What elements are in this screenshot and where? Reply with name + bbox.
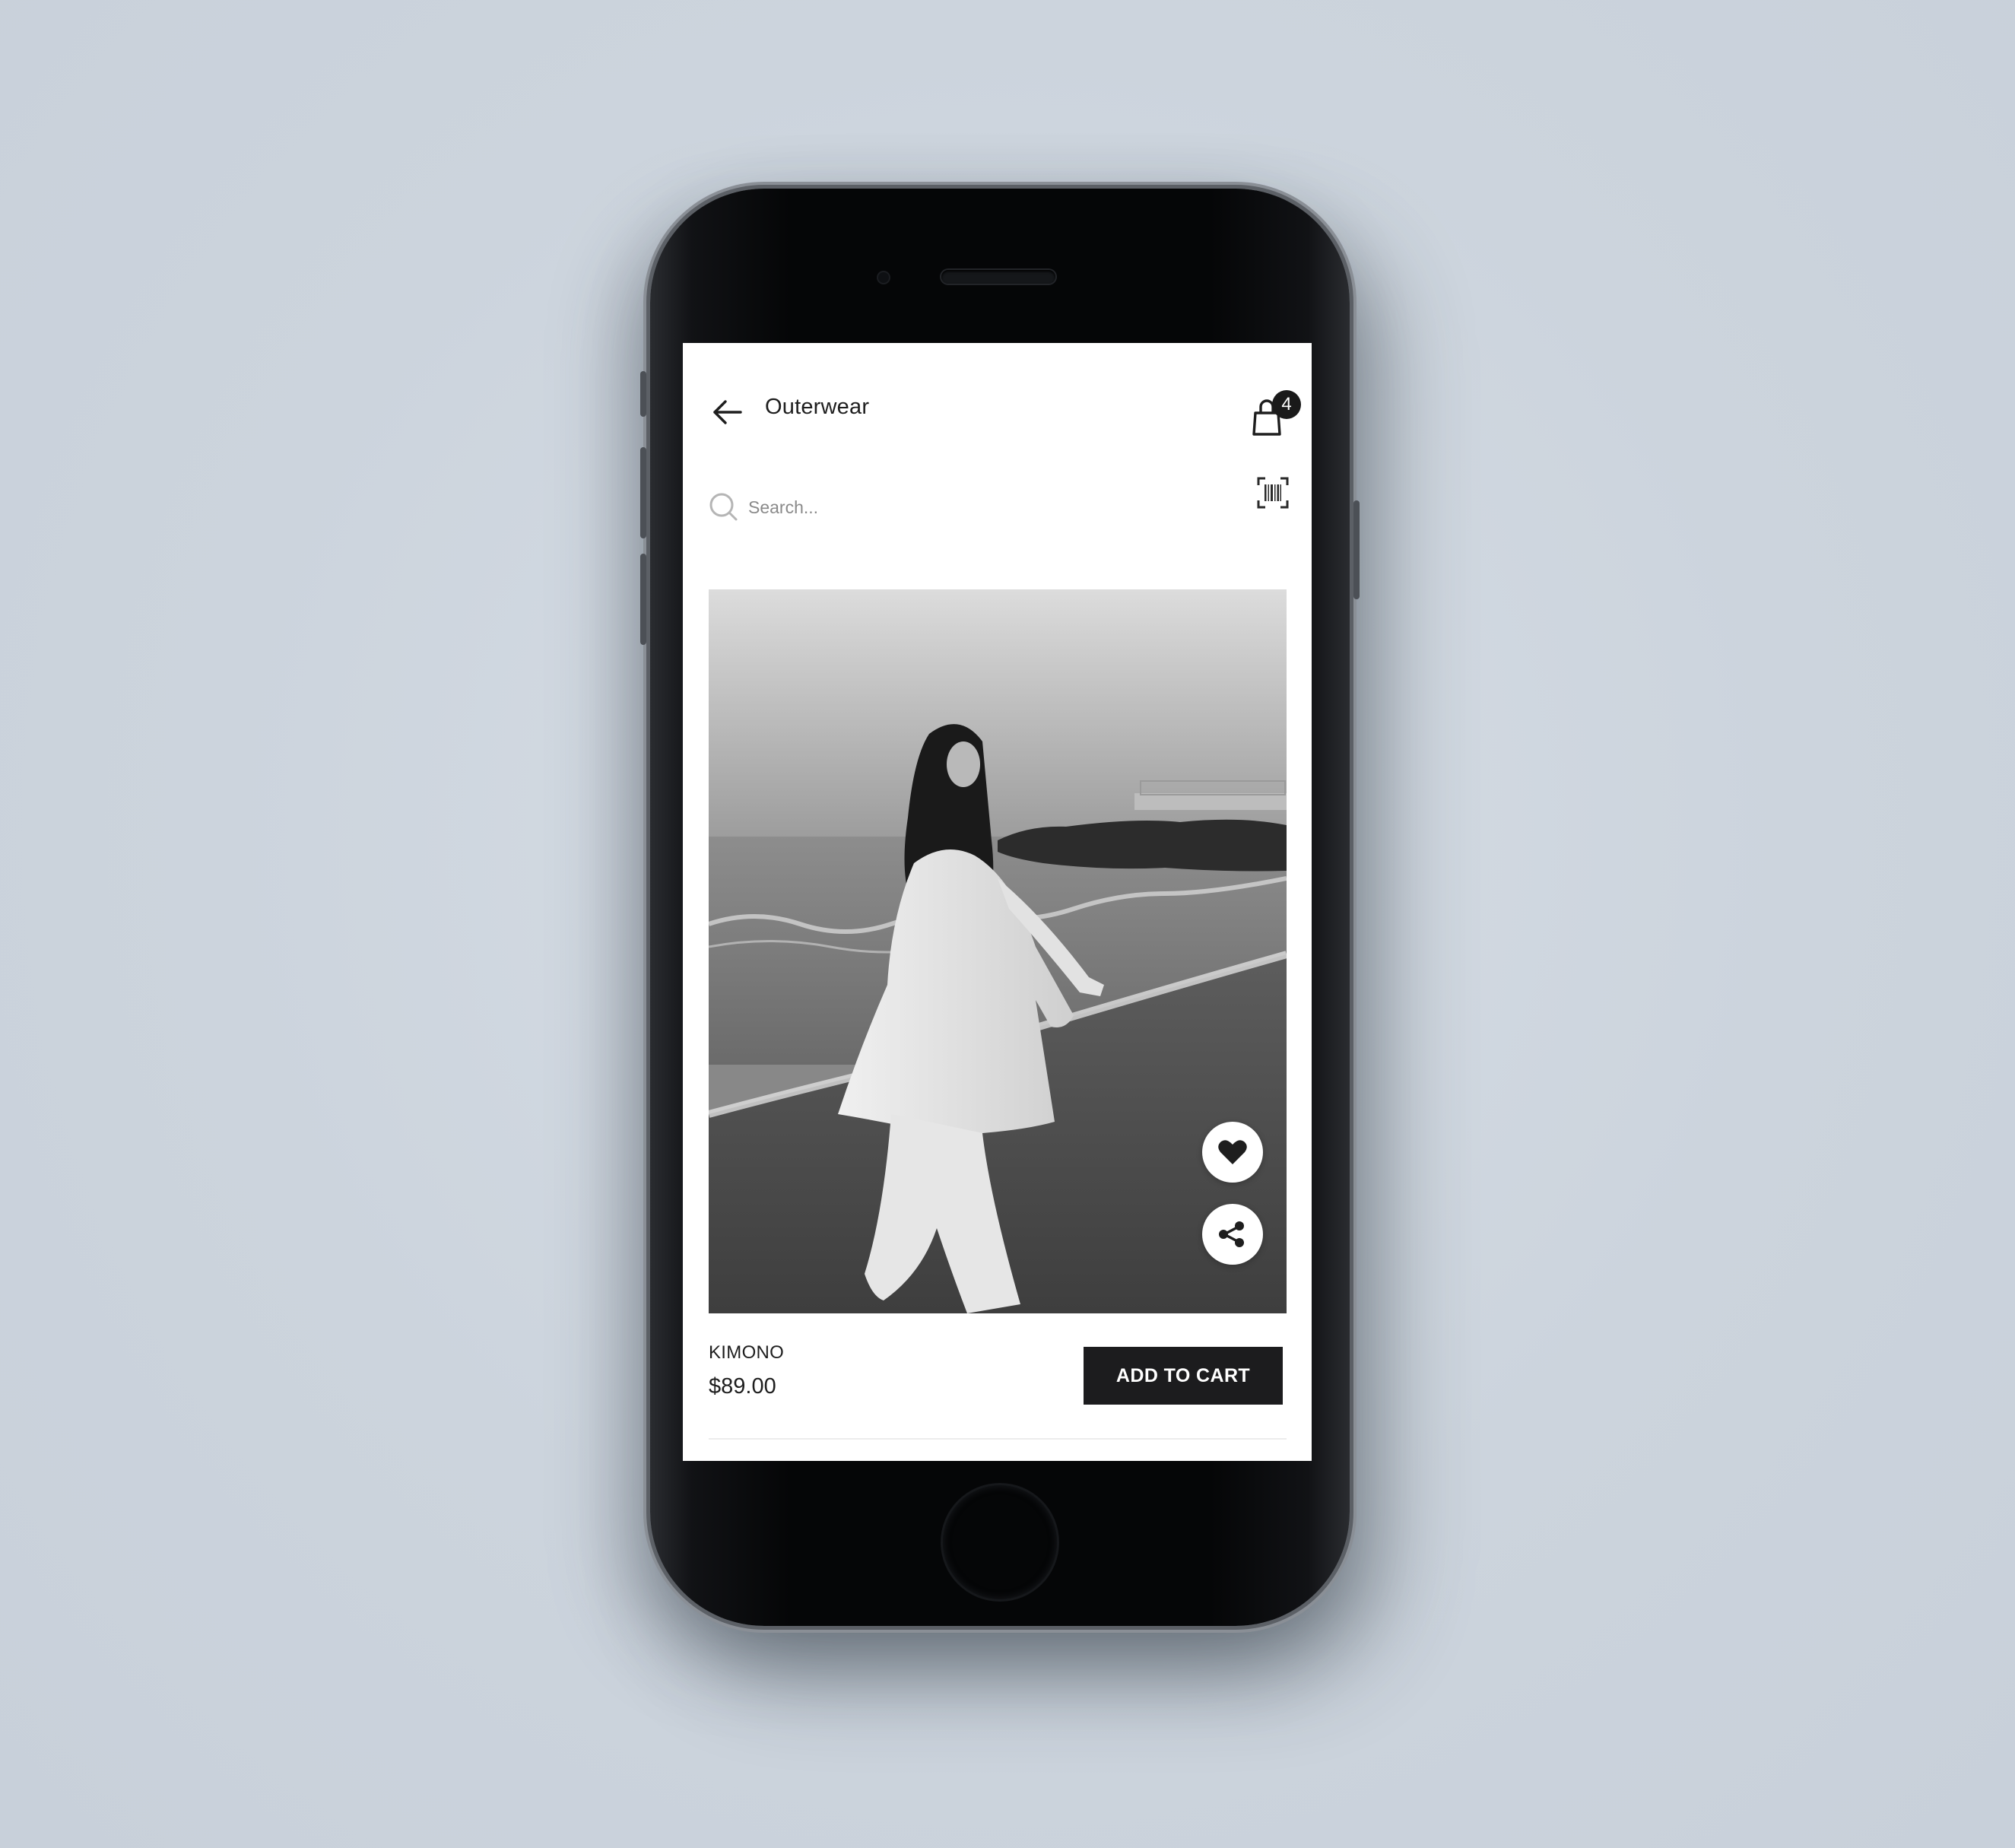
- share-icon: [1219, 1221, 1244, 1247]
- favorite-button[interactable]: [1202, 1122, 1263, 1183]
- phone-power-button: [1353, 500, 1360, 599]
- page-title: Outerwear: [765, 395, 870, 419]
- heart-icon: [1218, 1140, 1247, 1164]
- earpiece-speaker: [941, 270, 1055, 284]
- product-name: KIMONO: [709, 1342, 785, 1363]
- front-camera: [878, 272, 889, 283]
- app-screen: Outerwear 4 Search... KIMONO $89.00 ADD …: [683, 343, 1312, 1461]
- search-icon: [709, 493, 738, 521]
- barcode-scan-button[interactable]: [1257, 477, 1289, 509]
- product-price: $89.00: [709, 1374, 776, 1399]
- search-bar[interactable]: [709, 486, 1287, 532]
- cart-button[interactable]: 4: [1249, 390, 1301, 439]
- product-photo-illustration: [709, 589, 1287, 1313]
- share-button[interactable]: [1202, 1204, 1263, 1265]
- arrow-left-icon: [713, 400, 742, 424]
- phone-mute-switch: [640, 371, 646, 417]
- search-input[interactable]: [748, 494, 1204, 521]
- top-bar: Outerwear 4: [683, 343, 1312, 457]
- barcode-scan-icon: [1257, 477, 1289, 509]
- add-to-cart-button[interactable]: ADD TO CART: [1084, 1347, 1283, 1405]
- cart-count-badge: 4: [1272, 390, 1301, 419]
- product-photo[interactable]: [709, 589, 1287, 1313]
- phone-volume-down: [640, 554, 646, 645]
- phone-volume-up: [640, 447, 646, 538]
- divider: [709, 1438, 1287, 1440]
- home-button[interactable]: [943, 1485, 1057, 1599]
- back-button[interactable]: [710, 395, 745, 430]
